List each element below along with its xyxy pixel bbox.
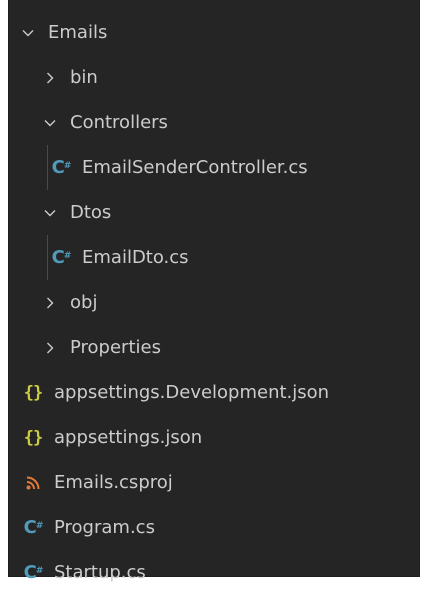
tree-file-label: Startup.cs — [54, 561, 146, 583]
indent-guide — [47, 145, 48, 190]
tree-folder-label: Dtos — [70, 201, 112, 223]
tree-folder-label: Controllers — [70, 111, 168, 133]
tree-file-label: appsettings.json — [54, 426, 203, 448]
tree-file-appsettings-development[interactable]: {} appsettings.Development.json — [9, 370, 419, 415]
tree-file-startup[interactable]: C # Startup.cs — [9, 550, 419, 595]
rss-file-icon — [22, 472, 44, 494]
csharp-file-icon: C # — [51, 247, 72, 268]
csharp-file-icon: C # — [23, 517, 44, 538]
tree-folder-label: obj — [70, 291, 98, 313]
chevron-down-icon[interactable] — [40, 203, 60, 223]
json-file-icon: {} — [23, 382, 43, 403]
indent-guide — [47, 235, 48, 280]
tree-file-emails-csproj[interactable]: Emails.csproj — [9, 460, 419, 505]
chevron-right-icon[interactable] — [40, 293, 60, 313]
tree-folder-emails[interactable]: Emails — [9, 10, 419, 55]
chevron-right-icon[interactable] — [40, 338, 60, 358]
explorer-panel: Emails bin Controllers C # EmailSenderCon… — [9, 0, 419, 583]
chevron-down-icon[interactable] — [40, 113, 60, 133]
tree-file-label: Emails.csproj — [54, 471, 173, 493]
tree-file-label: Program.cs — [54, 516, 155, 538]
tree-folder-label: Emails — [48, 21, 108, 43]
tree-folder-bin[interactable]: bin — [9, 55, 419, 100]
csharp-file-icon: C # — [51, 157, 72, 178]
tree-folder-label: Properties — [70, 336, 161, 358]
tree-folder-properties[interactable]: Properties — [9, 325, 419, 370]
tree-folder-dtos[interactable]: Dtos — [9, 190, 419, 235]
csharp-file-icon: C # — [23, 562, 44, 583]
tree-folder-controllers[interactable]: Controllers — [9, 100, 419, 145]
tree-file-appsettings[interactable]: {} appsettings.json — [9, 415, 419, 460]
tree-folder-label: bin — [70, 66, 98, 88]
tree-file-emaildto[interactable]: C # EmailDto.cs — [9, 235, 419, 280]
tree-file-program[interactable]: C # Program.cs — [9, 505, 419, 550]
tree-folder-obj[interactable]: obj — [9, 280, 419, 325]
json-file-icon: {} — [23, 427, 43, 448]
tree-file-emailsendercontroller[interactable]: C # EmailSenderController.cs — [9, 145, 419, 190]
file-tree: Emails bin Controllers C # EmailSenderCon… — [9, 10, 419, 595]
tree-file-label: appsettings.Development.json — [54, 381, 330, 403]
chevron-right-icon[interactable] — [40, 68, 60, 88]
tree-file-label: EmailSenderController.cs — [82, 156, 308, 178]
chevron-down-icon[interactable] — [18, 23, 38, 43]
tree-file-label: EmailDto.cs — [82, 246, 189, 268]
